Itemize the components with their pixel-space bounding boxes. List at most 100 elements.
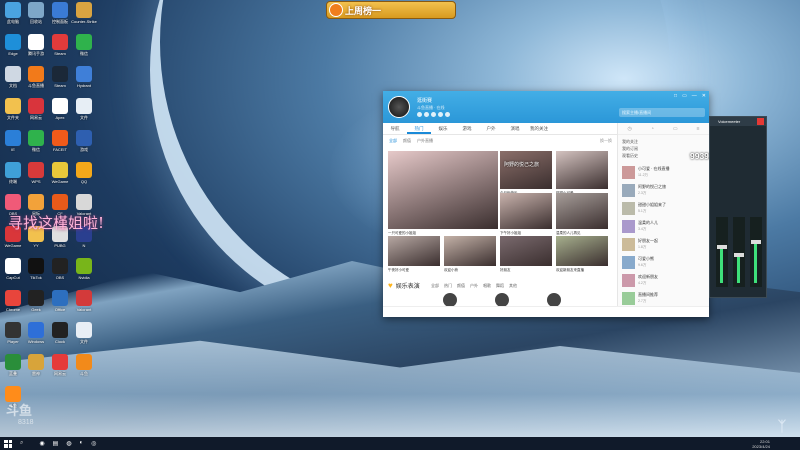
mixer-fader[interactable] [750, 217, 762, 287]
stream-tile[interactable]: 下午好小姐姐 [500, 193, 552, 235]
desktop-icon[interactable]: Counter-Strike [69, 2, 99, 24]
fader-knob[interactable] [734, 253, 744, 257]
ent-thumb[interactable] [443, 293, 457, 307]
stream-tile[interactable]: 一只可爱的小姐姐 [388, 151, 498, 235]
stream-overlay-title: 阿野的悦己之旅 [504, 162, 540, 168]
mixer-fader[interactable] [716, 217, 728, 287]
desktop-icon-label: 文件 [80, 339, 88, 344]
app-icon [76, 34, 92, 50]
username[interactable]: 逛街赛 [417, 97, 432, 104]
steam-icon[interactable]: ◍ [66, 440, 71, 447]
ent-tab-5[interactable]: 舞蹈 [496, 283, 504, 289]
skin-button[interactable]: □ [674, 93, 677, 99]
stream-thumbnail [556, 236, 608, 266]
obs-icon[interactable]: ◎ [91, 440, 96, 447]
douyu-icon[interactable]: ◐ [80, 440, 84, 447]
desktop-icon[interactable]: 文件 [69, 322, 99, 345]
app-icon [5, 162, 21, 178]
following-viewers: 11.2万 [638, 173, 649, 177]
stream-tile[interactable]: 甜甜小可爱 [556, 151, 608, 195]
desktop-icon[interactable]: Hydrant [69, 66, 99, 88]
avatar [622, 166, 635, 179]
fader-knob[interactable] [717, 245, 727, 249]
app-icon [52, 98, 68, 114]
mail-icon[interactable]: ▭ [673, 126, 678, 132]
tab-6[interactable]: 我的关注 [527, 123, 551, 134]
fader-knob[interactable] [751, 240, 761, 244]
mixer-close-button[interactable] [757, 118, 764, 125]
minimize-button[interactable]: — [692, 93, 697, 99]
ent-tab-3[interactable]: 户外 [470, 283, 478, 289]
ent-thumb[interactable] [495, 293, 509, 307]
desktop-icon[interactable]: 文件 [69, 98, 99, 121]
following-item[interactable]: 好朋友一起 1.8万 [622, 237, 706, 253]
following-item[interactable]: 甜甜小姐姐来了 5.1万 [622, 201, 706, 217]
tab-0[interactable]: 导航 [383, 123, 407, 134]
stream-tile[interactable]: 午夜好小可爱 [388, 236, 440, 272]
tab-3[interactable]: 游戏 [455, 123, 479, 134]
following-item[interactable]: 欢迎新朋友 4.2万 [622, 273, 706, 289]
desktop-icon[interactable]: 游戏 [69, 130, 99, 153]
stream-tile[interactable]: 温柔的人儿再见 [556, 193, 608, 235]
chrome-icon[interactable]: ◉ [39, 440, 44, 447]
following-viewers: 4.2万 [638, 281, 647, 285]
app-icon [5, 258, 21, 274]
app-icon [28, 66, 44, 82]
desktop-icon[interactable]: 微信 [69, 34, 99, 57]
following-item[interactable]: 可爱小熊 9.6万 [622, 255, 706, 271]
mixer-fader[interactable] [733, 217, 745, 287]
stream-tile[interactable]: 阿野的悦己之旅今日份快乐 [500, 151, 552, 195]
system-tray-clock[interactable]: 22:01 2023/4/24 [752, 439, 770, 449]
ent-tab-2[interactable]: 颜值 [457, 283, 465, 289]
douyu-client-window[interactable]: 逛街赛 斗鱼直播 · 在线 搜索主播/直播间 □ ▭ — ✕ 导航 热门 娱乐 游戏户… [383, 91, 709, 317]
ent-tab-6[interactable]: 其他 [509, 283, 517, 289]
stream-tile[interactable]: 好朋友 [500, 236, 552, 272]
stream-tile[interactable]: 欢迎小熊 [444, 236, 496, 272]
refresh-button[interactable]: 换一换 [600, 138, 612, 144]
explorer-icon[interactable]: ▤ [53, 440, 59, 447]
tab-1[interactable]: 热门 [407, 123, 431, 134]
ent-thumb[interactable] [547, 293, 561, 307]
subtab-all[interactable]: 全部 [389, 138, 397, 144]
mini-button[interactable]: ▭ [682, 93, 687, 99]
following-item[interactable]: 阿野的悦己之旅 2.3万 [622, 183, 706, 199]
ent-tab-1[interactable]: 热门 [444, 283, 452, 289]
ent-tab-4[interactable]: 唱歌 [483, 283, 491, 289]
link-following[interactable]: 我的关注 [622, 138, 705, 145]
taskbar-search-icon[interactable]: ⌕ [20, 440, 23, 447]
app-icon [5, 194, 21, 210]
desktop-icon[interactable]: Valorant [69, 290, 99, 312]
following-item[interactable]: 温柔的人儿 3.4万 [622, 219, 706, 235]
stream-thumbnail [388, 236, 440, 266]
following-viewers: 2.3万 [638, 191, 647, 195]
app-icon [76, 194, 92, 210]
tab-2[interactable]: 娱乐 [431, 123, 455, 134]
following-viewers: 5.1万 [638, 209, 647, 213]
stream-thumbnail [556, 151, 608, 189]
ent-tab-0[interactable]: 全部 [431, 283, 439, 289]
audio-mixer-window[interactable]: Voicemeeter [709, 116, 767, 298]
desktop-icon[interactable]: 斗鱼 [69, 354, 99, 377]
following-viewers: 9.6万 [638, 263, 647, 267]
following-item[interactable]: 小可爱 · 在线直播 11.2万 [622, 165, 706, 181]
close-button[interactable]: ✕ [702, 93, 706, 99]
search-input[interactable]: 搜索主播/直播间 [619, 108, 705, 117]
user-avatar[interactable] [388, 96, 410, 118]
bell-icon[interactable]: ◔ [651, 126, 654, 132]
start-button[interactable] [4, 439, 12, 448]
taskbar: ⌕ ◉ ▤ ◍ ◐ ◎ [0, 437, 800, 450]
subtab-outdoor[interactable]: 户外直播 [417, 138, 433, 144]
tab-5[interactable]: 演唱 [503, 123, 527, 134]
stream-tile[interactable]: 欢迎新朋友来直播 [556, 236, 608, 272]
app-icon [76, 354, 92, 370]
clock-icon[interactable]: ◷ [627, 126, 631, 132]
subtab-beauty[interactable]: 颜值 [403, 138, 411, 144]
list-icon[interactable]: ≡ [697, 126, 700, 132]
tab-4[interactable]: 户外 [479, 123, 503, 134]
desktop-icon[interactable]: Nvidia [69, 258, 99, 280]
following-viewers: 3.4万 [638, 227, 647, 231]
following-item[interactable]: 直播间推荐 2.7万 [622, 291, 706, 307]
tray-date: 2023/4/24 [752, 443, 770, 449]
desktop-icon-label: Hydrant [76, 83, 91, 88]
desktop-icon[interactable]: QQ [69, 162, 99, 184]
